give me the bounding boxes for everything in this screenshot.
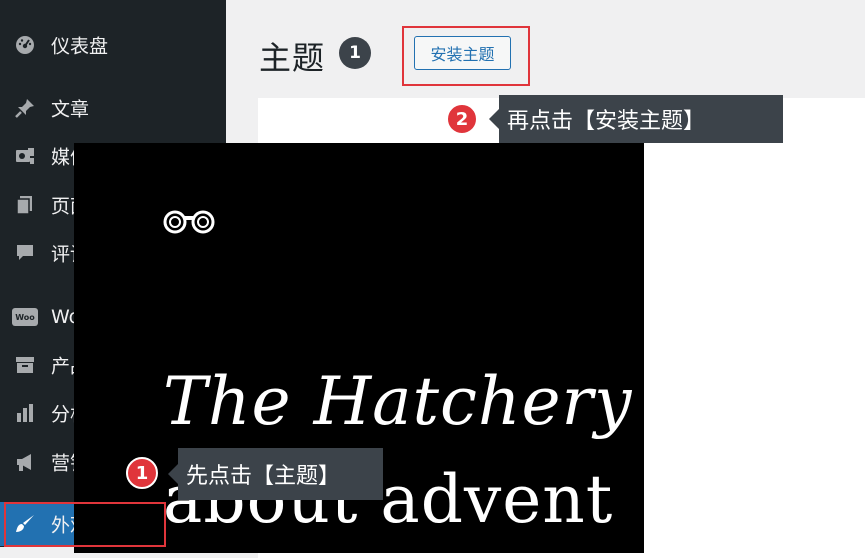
theme-count-badge: 1 bbox=[339, 37, 371, 69]
sidebar-item-label: 仪表盘 bbox=[51, 35, 109, 58]
install-button-highlight bbox=[402, 26, 530, 86]
binoculars-icon bbox=[163, 210, 215, 234]
appearance-highlight bbox=[4, 502, 166, 547]
sidebar-item-dashboard[interactable]: 仪表盘 bbox=[0, 23, 226, 67]
step2-text: 再点击【安装主题】 bbox=[507, 109, 706, 134]
step1-badge: 1 bbox=[126, 457, 158, 489]
woo-icon: Woo bbox=[12, 304, 38, 330]
archive-icon bbox=[12, 352, 38, 378]
page-title: 主题 bbox=[259, 39, 326, 77]
megaphone-icon bbox=[12, 449, 38, 475]
tooltip-arrow bbox=[168, 464, 178, 484]
media-icon bbox=[12, 143, 38, 169]
pages-icon bbox=[12, 192, 38, 218]
step2-badge: 2 bbox=[446, 103, 478, 135]
tooltip-arrow bbox=[489, 109, 499, 129]
comments-icon bbox=[12, 240, 38, 266]
woo-badge: Woo bbox=[12, 308, 38, 326]
chart-bar-icon bbox=[12, 400, 38, 426]
step1-text: 先点击【主题】 bbox=[186, 464, 341, 489]
sidebar-item-posts[interactable]: 文章 bbox=[0, 86, 226, 130]
step1-tooltip: 先点击【主题】 bbox=[168, 448, 383, 500]
hero-title-line1: The Hatchery bbox=[163, 363, 633, 440]
sidebar-item-label: 文章 bbox=[51, 98, 90, 121]
pin-icon bbox=[12, 95, 38, 121]
dashboard-icon bbox=[12, 32, 38, 58]
step2-tooltip: 再点击【安装主题】 bbox=[489, 95, 783, 143]
